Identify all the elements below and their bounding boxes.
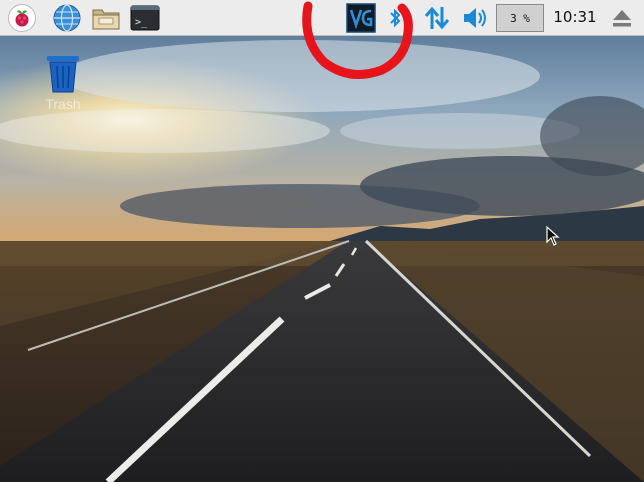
desktop[interactable]: Trash: [0, 36, 644, 482]
network-updown-icon[interactable]: [422, 3, 452, 33]
eject-icon[interactable]: [608, 3, 636, 33]
vnc-server-icon[interactable]: [346, 3, 376, 33]
mouse-cursor-icon: [546, 226, 560, 246]
terminal-prompt: >_: [135, 17, 148, 28]
trash-label: Trash: [45, 96, 81, 112]
cpu-usage-value: 3 %: [510, 11, 530, 25]
file-manager-icon[interactable]: [91, 3, 121, 33]
terminal-icon[interactable]: >_: [130, 3, 160, 33]
bluetooth-icon[interactable]: [386, 3, 404, 33]
clock[interactable]: 10:31: [551, 8, 599, 26]
trash-desktop-icon[interactable]: Trash: [32, 50, 94, 112]
raspberry-menu-icon[interactable]: [7, 3, 37, 33]
volume-icon[interactable]: [460, 3, 490, 33]
taskbar: >_ 3 % 10:31: [0, 0, 644, 36]
trash-icon: [47, 56, 79, 93]
wallpaper: [0, 36, 644, 482]
cpu-usage-monitor[interactable]: 3 %: [496, 4, 544, 32]
web-browser-icon[interactable]: [52, 3, 82, 33]
